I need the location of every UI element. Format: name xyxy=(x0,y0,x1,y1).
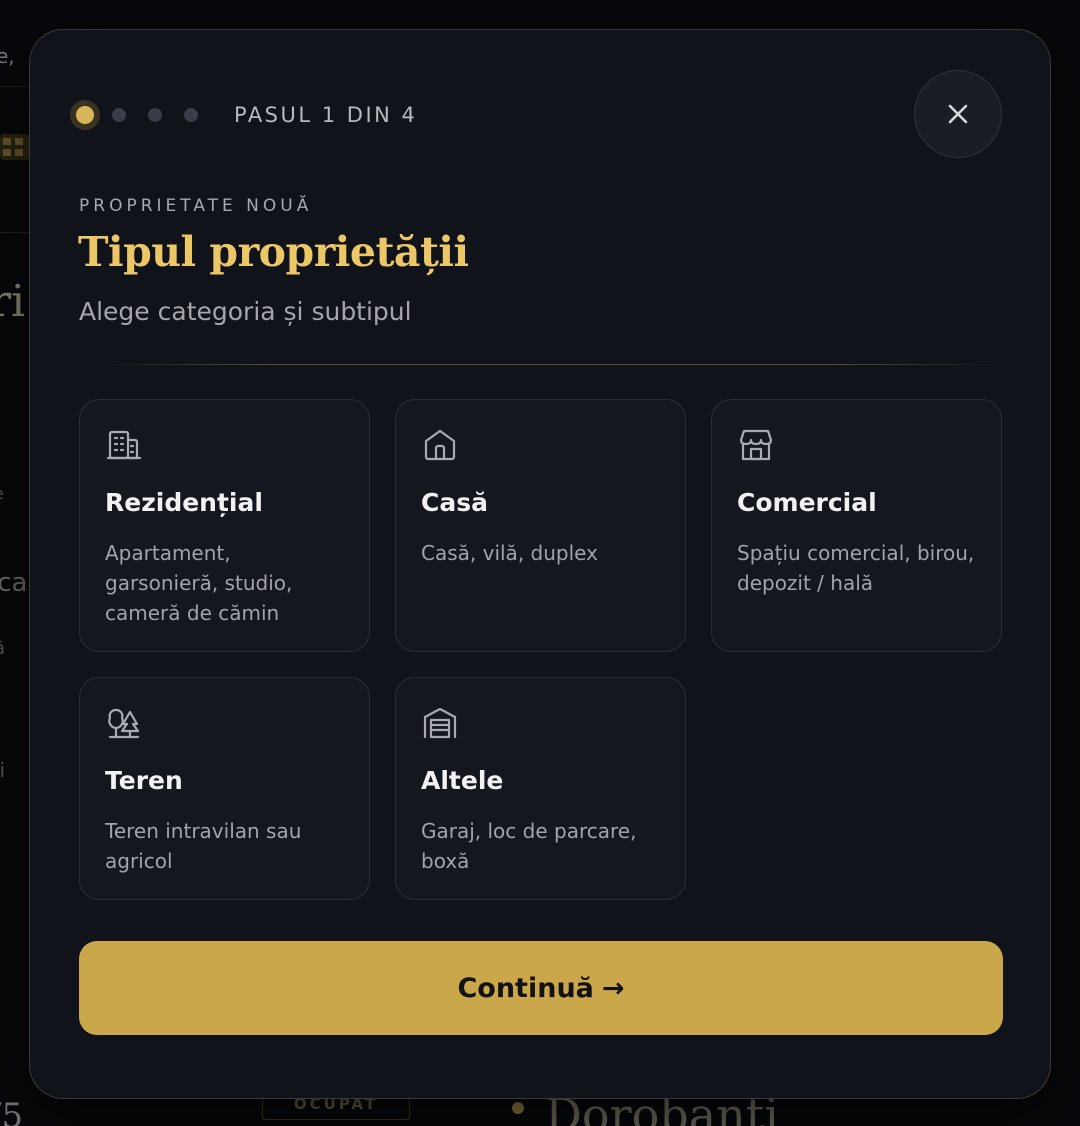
background-text: e xyxy=(0,484,4,503)
background-text: e, xyxy=(0,44,15,68)
category-description: Apartament, garsonieră, studio, cameră d… xyxy=(105,541,293,625)
category-card-teren[interactable]: Teren Teren intravilan sau agricol xyxy=(79,677,370,900)
bullet-dot xyxy=(512,1102,524,1114)
step-label: PASUL 1 DIN 4 xyxy=(234,103,418,127)
category-card-altele[interactable]: Altele Garaj, loc de parcare, boxă xyxy=(395,677,686,900)
category-card-rezidential[interactable]: Rezidențial Apartament, garsonieră, stud… xyxy=(79,399,370,652)
category-title: Teren xyxy=(105,766,183,795)
page-title: Tipul proprietății xyxy=(78,228,469,276)
category-title: Casă xyxy=(421,488,488,517)
arrow-right-icon: → xyxy=(601,972,625,1004)
trees-icon xyxy=(108,708,140,739)
step-dot xyxy=(148,108,162,122)
category-card-comercial[interactable]: Comercial Spațiu comercial, birou, depoz… xyxy=(711,399,1002,652)
house-icon xyxy=(424,429,456,461)
background-heading: ri xyxy=(0,276,26,327)
divider xyxy=(100,364,1000,365)
category-description: Teren intravilan sau agricol xyxy=(105,819,302,873)
step-dot-active xyxy=(76,106,94,124)
continue-button[interactable]: Continuă → xyxy=(79,941,1003,1035)
category-card-casa[interactable]: Casă Casă, vilă, duplex xyxy=(395,399,686,652)
category-title: Rezidențial xyxy=(105,488,263,517)
garage-icon xyxy=(423,707,457,739)
building-icon xyxy=(106,430,142,460)
eyebrow-label: PROPRIETATE NOUĂ xyxy=(79,196,313,216)
background-text: ii xyxy=(0,758,6,782)
category-title: Altele xyxy=(421,766,504,795)
storefront-icon xyxy=(739,429,773,461)
background-text: /5 xyxy=(0,1096,24,1126)
continue-label: Continuă xyxy=(457,972,594,1004)
page-subtitle: Alege categoria și subtipul xyxy=(79,297,412,326)
close-icon xyxy=(948,104,968,124)
background-text: ă xyxy=(0,638,5,659)
category-description: Garaj, loc de parcare, boxă xyxy=(421,819,637,873)
background-divider xyxy=(0,232,30,233)
category-description: Casă, vilă, duplex xyxy=(421,541,598,565)
category-title: Comercial xyxy=(737,488,877,517)
grid-view-icon xyxy=(0,134,30,160)
property-type-modal: PASUL 1 DIN 4 PROPRIETATE NOUĂ Tipul pro… xyxy=(29,29,1051,1099)
close-button[interactable] xyxy=(914,70,1002,158)
step-dot xyxy=(184,108,198,122)
step-dot xyxy=(112,108,126,122)
background-text: ica xyxy=(0,568,28,598)
background-divider xyxy=(0,86,30,87)
step-indicator: PASUL 1 DIN 4 xyxy=(74,101,417,129)
category-description: Spațiu comercial, birou, depozit / hală xyxy=(737,541,975,595)
